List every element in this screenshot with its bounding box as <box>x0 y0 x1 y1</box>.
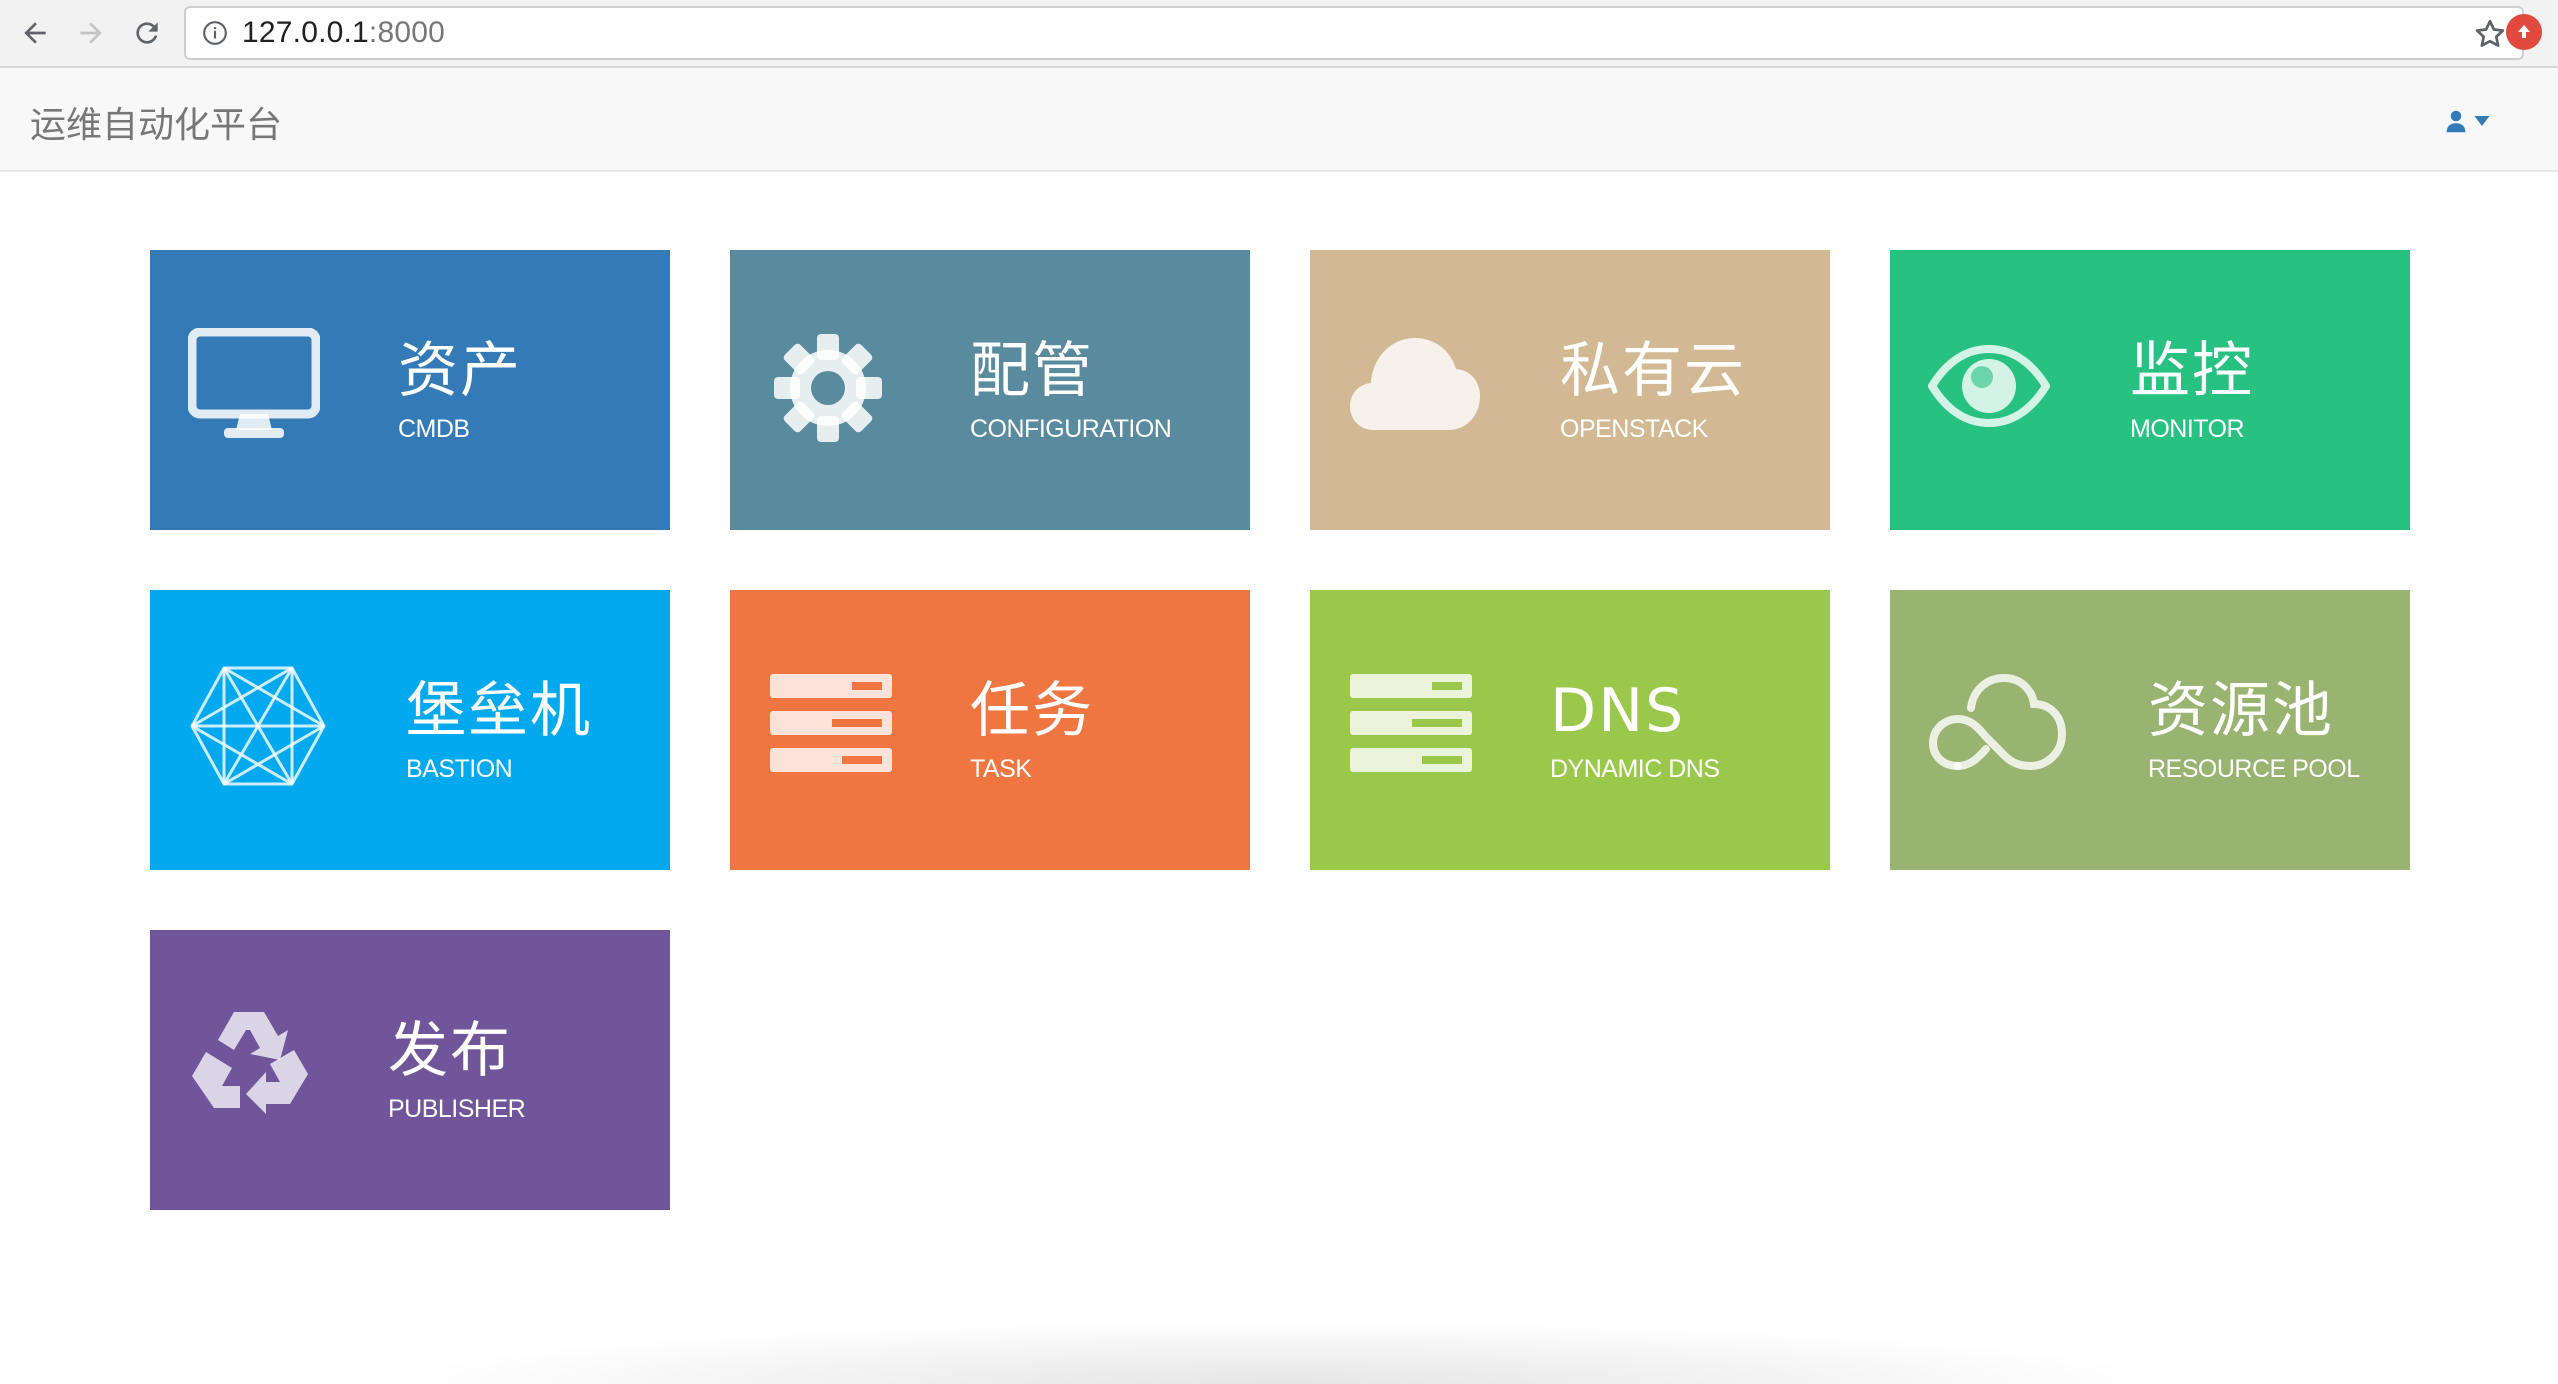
tile-subtitle: CONFIGURATION <box>970 415 1172 443</box>
tile-bastion[interactable]: 堡垒机 BASTION <box>150 590 670 870</box>
tile-subtitle: OPENSTACK <box>1560 415 1708 443</box>
upload-arrow-icon <box>2518 25 2530 38</box>
tile-title: 任务 <box>970 676 1094 746</box>
tile-title: 监控 <box>2130 336 2254 406</box>
tile-resource-pool[interactable]: 资源池 RESOURCE POOL <box>1890 590 2410 870</box>
network-polygon-icon <box>190 666 326 786</box>
cloud-icon <box>1350 338 1480 430</box>
tile-title: 私有云 <box>1560 336 1746 406</box>
tile-title: 资产 <box>398 336 522 406</box>
gear-icon <box>774 334 882 442</box>
app-navbar: 运维自动化平台 <box>0 68 2558 172</box>
tile-cmdb[interactable]: 资产 CMDB <box>150 250 670 530</box>
tile-publisher[interactable]: 发布 PUBLISHER <box>150 930 670 1210</box>
recycle-icon <box>192 1012 308 1114</box>
tile-subtitle: TASK <box>970 755 1032 783</box>
tile-subtitle: RESOURCE POOL <box>2148 755 2360 783</box>
brand-title[interactable]: 运维自动化平台 <box>30 96 282 148</box>
back-button[interactable] <box>14 12 56 54</box>
tile-title: DNS <box>1550 676 1686 746</box>
reload-icon <box>136 22 158 44</box>
forward-arrow-icon <box>80 22 102 44</box>
tile-subtitle: DYNAMIC DNS <box>1550 755 1720 783</box>
address-bar[interactable]: 127.0.0.1:8000 <box>184 6 2524 60</box>
tile-openstack[interactable]: 私有云 OPENSTACK <box>1310 250 1830 530</box>
url-host: 127.0.0.1 <box>242 16 369 49</box>
cloud-outline-icon <box>1928 674 2067 771</box>
tile-title: 堡垒机 <box>406 676 592 746</box>
user-icon <box>2446 110 2466 133</box>
tile-subtitle: CMDB <box>398 415 470 443</box>
desktop-icon <box>188 328 320 438</box>
tile-dns[interactable]: DNS DYNAMIC DNS <box>1310 590 1830 870</box>
caret-down-icon <box>2474 116 2490 126</box>
info-icon[interactable] <box>202 20 228 46</box>
tile-subtitle: PUBLISHER <box>388 1095 526 1123</box>
forward-button[interactable] <box>70 12 112 54</box>
url-port: :8000 <box>368 16 445 49</box>
extension-button[interactable] <box>2506 14 2542 50</box>
url-text: 127.0.0.1:8000 <box>242 16 445 50</box>
tile-monitor[interactable]: 监控 MONITOR <box>1890 250 2410 530</box>
reload-button[interactable] <box>126 12 168 54</box>
tile-title: 配管 <box>970 336 1094 406</box>
tile-task[interactable]: 任务 TASK <box>730 590 1250 870</box>
tile-subtitle: MONITOR <box>2130 415 2245 443</box>
tile-title: 资源池 <box>2148 676 2334 746</box>
server-stack-icon <box>1350 674 1472 772</box>
tile-configuration[interactable]: 配管 CONFIGURATION <box>730 250 1250 530</box>
tile-title: 发布 <box>388 1016 512 1086</box>
page-bottom-shadow <box>380 1320 2180 1384</box>
user-menu-toggle[interactable] <box>2446 106 2490 136</box>
bookmark-star-icon[interactable] <box>2472 16 2508 52</box>
back-arrow-icon <box>24 22 46 44</box>
server-stack-icon <box>770 674 892 772</box>
eye-icon <box>1928 344 2050 428</box>
tile-subtitle: BASTION <box>406 755 513 783</box>
browser-toolbar: 127.0.0.1:8000 <box>0 0 2558 68</box>
